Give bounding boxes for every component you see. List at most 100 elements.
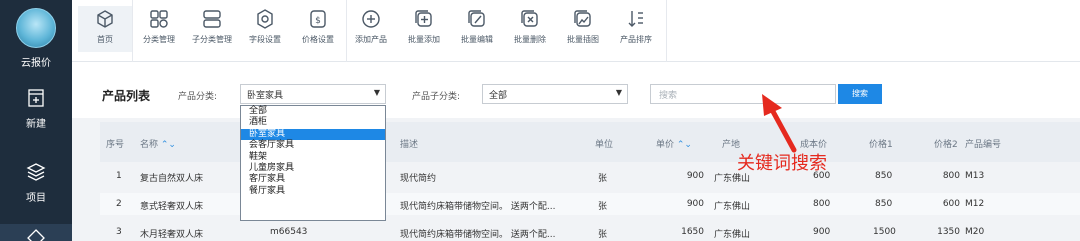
left-rail: 云报价 新建 项目 — [0, 0, 72, 241]
category-select[interactable]: 卧室家具 ▼ — [240, 84, 386, 104]
cell-cost: 800 — [813, 199, 831, 209]
svg-text:$: $ — [315, 16, 321, 26]
cell-desc: 现代简约 — [400, 174, 437, 184]
dropdown-option[interactable]: 鞋架 — [241, 152, 385, 163]
dropdown-option[interactable]: 会客厅家具 — [241, 140, 385, 151]
tool-category[interactable]: 分类管理 — [132, 8, 186, 45]
rail-logo[interactable]: 云报价 — [0, 8, 72, 69]
annotation-arrow-icon — [762, 94, 797, 153]
rail-next-item[interactable] — [0, 224, 72, 241]
cell-code: M20 — [965, 227, 985, 237]
tool-label: 价格设置 — [302, 35, 334, 44]
rail-item-project[interactable]: 项目 — [0, 162, 72, 204]
dropdown-option[interactable]: 酒柜 — [241, 117, 385, 128]
cell-unit: 张 — [598, 230, 608, 240]
tool-subcategory[interactable]: 子分类管理 — [185, 8, 239, 45]
header-price1: 价格1 — [869, 140, 893, 150]
cell-unit: 张 — [598, 174, 608, 184]
header-code: 产品编号 — [965, 140, 1002, 150]
price-settings-icon: $ — [310, 10, 326, 28]
header-desc: 描述 — [400, 140, 419, 150]
cell-price: 900 — [686, 171, 704, 181]
cell-origin: 广东佛山 — [714, 230, 751, 240]
sort-icon: ⌃⌄ — [160, 140, 176, 150]
add-document-icon — [28, 89, 44, 107]
cell-name: 木月轻奢双人床 — [140, 230, 204, 240]
tool-add-product[interactable]: 添加产品 — [344, 8, 398, 45]
sort-icon: ⌃⌄ — [676, 140, 692, 150]
filter-bar: 产品列表 产品分类: 卧室家具 ▼ 产品子分类: 全部 ▼ 搜索 搜索 — [72, 62, 1080, 118]
tool-label: 子分类管理 — [192, 35, 232, 44]
cell-price1: 1500 — [873, 227, 896, 237]
table-row[interactable]: 3 木月轻奢双人床 m66543 现代简约床箱带储物空间。 送两个配... 张 … — [100, 221, 1080, 241]
tool-label: 批量添加 — [408, 35, 440, 44]
batch-delete-icon — [521, 10, 538, 27]
caret-down-icon: ▼ — [373, 88, 380, 97]
category-select-value: 卧室家具 — [247, 91, 284, 101]
tool-price-settings[interactable]: $ 价格设置 — [291, 8, 345, 45]
cell-price1: 850 — [875, 171, 893, 181]
diamond-icon — [27, 229, 45, 241]
tool-label: 首页 — [97, 35, 113, 44]
cell-index: 1 — [116, 171, 122, 181]
batch-image-icon — [574, 10, 591, 27]
rail-item-new[interactable]: 新建 — [0, 88, 72, 130]
toolbar: 首页 分类管理 子分类管理 字段设置 $ 价格设置 添加产品 批量添加 批量编辑… — [72, 0, 1080, 62]
cell-code: M12 — [965, 199, 985, 209]
tool-batch-add[interactable]: 批量添加 — [397, 8, 451, 45]
category-dropdown-list: 全部 酒柜 卧室家具 会客厅家具 鞋架 儿童房家具 客厅家具 餐厅家具 — [240, 105, 386, 221]
cell-model: m66543 — [270, 227, 308, 237]
header-unit: 单位 — [595, 140, 614, 150]
tool-label: 产品排序 — [620, 35, 652, 44]
app-window: 云报价 新建 项目 首页 分类管理 子分类管理 字段设置 $ 价格设置 添加产品… — [0, 0, 1080, 241]
tool-field-settings[interactable]: 字段设置 — [238, 8, 292, 45]
subcategory-select[interactable]: 全部 ▼ — [482, 84, 628, 104]
tool-sort[interactable]: 产品排序 — [609, 8, 663, 45]
cell-cost: 900 — [813, 227, 831, 237]
search-button[interactable]: 搜索 — [838, 84, 882, 104]
dropdown-option[interactable]: 餐厅家具 — [241, 186, 385, 197]
cell-name: 意式轻奢双人床 — [140, 202, 204, 212]
cell-price1: 850 — [875, 199, 893, 209]
batch-add-icon — [415, 10, 432, 27]
header-price[interactable]: 单价 ⌃⌄ — [656, 137, 692, 150]
cell-price2: 800 — [942, 171, 960, 181]
header-price2: 价格2 — [934, 140, 958, 150]
cell-desc: 现代简约床箱带储物空间。 送两个配... — [400, 202, 556, 212]
cell-code: M13 — [965, 171, 985, 181]
rail-label-project: 项目 — [26, 193, 46, 204]
add-circle-icon — [362, 10, 380, 28]
toolbar-divider — [666, 0, 667, 62]
sort-icon — [628, 11, 643, 27]
tool-label: 字段设置 — [249, 35, 281, 44]
tool-batch-image[interactable]: 批量插图 — [556, 8, 610, 45]
cell-price: 900 — [686, 199, 704, 209]
category-grid-icon — [150, 10, 168, 28]
tool-label: 添加产品 — [355, 35, 387, 44]
tool-home[interactable]: 首页 — [78, 6, 132, 52]
page-title: 产品列表 — [102, 89, 151, 103]
category-label: 产品分类: — [178, 92, 218, 102]
batch-edit-icon — [468, 10, 485, 27]
subcategory-select-value: 全部 — [489, 91, 508, 101]
tool-batch-delete[interactable]: 批量删除 — [503, 8, 557, 45]
cell-index: 2 — [116, 199, 122, 209]
subcategory-label: 产品子分类: — [412, 92, 461, 102]
logo-icon — [16, 8, 56, 48]
tool-label: 批量插图 — [567, 35, 599, 44]
header-index: 序号 — [106, 140, 125, 150]
dropdown-option[interactable]: 客厅家具 — [241, 174, 385, 185]
tool-batch-edit[interactable]: 批量编辑 — [450, 8, 504, 45]
caret-down-icon: ▼ — [615, 88, 622, 97]
cell-price: 1650 — [681, 227, 704, 237]
field-settings-icon — [257, 9, 273, 29]
dropdown-option[interactable]: 儿童房家具 — [241, 163, 385, 174]
rail-label-new: 新建 — [26, 119, 46, 130]
dropdown-option[interactable]: 全部 — [241, 106, 385, 117]
cube-icon — [97, 10, 113, 28]
annotation-label: 关键词搜索 — [737, 153, 827, 174]
cell-origin: 广东佛山 — [714, 202, 751, 212]
dropdown-option-selected[interactable]: 卧室家具 — [241, 128, 385, 141]
cell-unit: 张 — [598, 202, 608, 212]
header-name[interactable]: 名称 ⌃⌄ — [140, 137, 176, 150]
